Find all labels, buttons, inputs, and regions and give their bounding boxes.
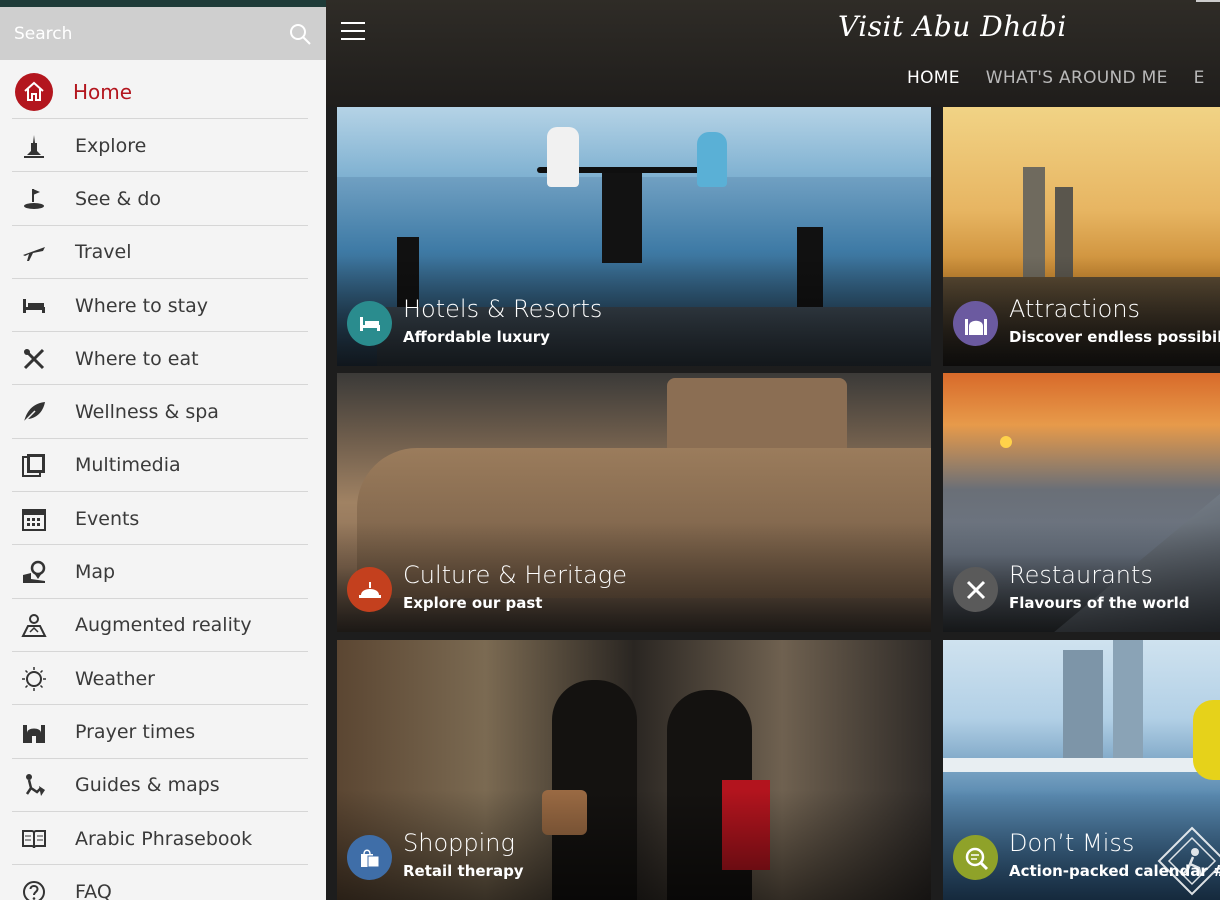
home-icon (15, 72, 53, 111)
menu-item-label: Wellness & spa (75, 401, 219, 424)
menu-item-augmented-reality[interactable]: Augmented reality (0, 599, 326, 653)
menu-item-guides-maps[interactable]: Guides & maps (0, 759, 326, 813)
search-list-icon (953, 835, 998, 880)
menu-item-label: Travel (75, 241, 132, 264)
menu-item-explore[interactable]: Explore (0, 119, 326, 173)
tile-title: Attractions (1009, 295, 1141, 323)
question-icon (19, 877, 49, 900)
sun (1000, 436, 1012, 448)
calendar-icon (19, 504, 49, 534)
visit-abu-dhabi-logo: Visit Abu Dhabi (838, 10, 1067, 43)
person-silhouette (547, 127, 579, 187)
menu-item-map[interactable]: Map (0, 545, 326, 599)
table-base (602, 173, 642, 263)
menu-item-faq[interactable]: FAQ (0, 865, 326, 900)
app-header: Visit Abu Dhabi HOME WHAT'S AROUND ME E (326, 0, 1220, 107)
tile-dont-miss[interactable]: Don’t Miss Action-packed calendar #InA (943, 640, 1220, 900)
menu-item-where-to-stay[interactable]: Where to stay (0, 279, 326, 333)
shopping-bag-icon (347, 835, 392, 880)
tile-subtitle: Flavours of the world (1009, 594, 1190, 612)
menu-item-label: Augmented reality (75, 614, 252, 637)
tile-restaurants[interactable]: Restaurants Flavours of the world (943, 373, 1220, 632)
tab-whats-around-me[interactable]: WHAT'S AROUND ME (986, 68, 1168, 88)
search-icon[interactable] (288, 22, 312, 46)
tile-subtitle: Discover endless possibilities (1009, 328, 1220, 346)
boat (1193, 700, 1220, 780)
bed-icon (19, 291, 49, 321)
menu-item-label: Weather (75, 667, 155, 690)
see-do-icon (19, 184, 49, 214)
tile-subtitle: Affordable luxury (403, 328, 550, 346)
top-right-indicator (1196, 0, 1220, 2)
menu-item-label: Guides & maps (75, 774, 220, 797)
sun-icon (19, 664, 49, 694)
tile-title: Hotels & Resorts (403, 295, 603, 323)
tile-title: Shopping (403, 829, 515, 857)
tile-culture-heritage[interactable]: Culture & Heritage Explore our past (337, 373, 931, 632)
plane-icon (19, 237, 49, 267)
menu-item-arabic-phrasebook[interactable]: Arabic Phrasebook (0, 812, 326, 866)
tile-subtitle: Explore our past (403, 594, 543, 612)
menu-item-label: Home (73, 79, 133, 104)
mosque-icon (953, 301, 998, 346)
cutlery-icon (19, 344, 49, 374)
top-nav-tabs: HOME WHAT'S AROUND ME E (907, 68, 1205, 88)
menu-item-prayer-times[interactable]: Prayer times (0, 705, 326, 759)
mosque-icon (19, 717, 49, 747)
menu-item-weather[interactable]: Weather (0, 652, 326, 706)
tile-attractions[interactable]: Attractions Discover endless possibiliti… (943, 107, 1220, 366)
menu-item-label: Multimedia (75, 454, 181, 477)
main-content: Visit Abu Dhabi HOME WHAT'S AROUND ME E … (326, 0, 1220, 900)
menu-item-label: Arabic Phrasebook (75, 827, 253, 850)
person-silhouette (697, 132, 727, 187)
menu-item-events[interactable]: Events (0, 492, 326, 546)
menu-item-label: Map (75, 561, 116, 584)
multimedia-icon (19, 450, 49, 480)
skyscraper (1063, 650, 1103, 760)
status-strip (0, 0, 326, 7)
leaf-icon (19, 397, 49, 427)
tile-shopping[interactable]: Shopping Retail therapy (337, 640, 931, 900)
cutlery-icon (953, 567, 998, 612)
tile-hotels-resorts[interactable]: Hotels & Resorts Affordable luxury (337, 107, 931, 366)
tile-title: Restaurants (1009, 561, 1153, 589)
side-menu: Home Explore See & do Travel Where to st… (0, 0, 326, 900)
tile-title: Don’t Miss (1009, 829, 1135, 857)
menu-list: Home Explore See & do Travel Where to st… (0, 64, 326, 900)
guides-icon (19, 770, 49, 800)
menu-item-label: Where to eat (75, 347, 199, 370)
fort-tower (667, 378, 847, 448)
explore-icon (19, 131, 49, 161)
menu-item-label: Explore (75, 134, 147, 157)
search-input[interactable] (14, 23, 288, 44)
skyscraper (1113, 640, 1143, 760)
shoreline (943, 758, 1220, 772)
augmented-reality-icon (19, 610, 49, 640)
dome-icon (347, 567, 392, 612)
menu-item-home[interactable]: Home (0, 64, 326, 119)
tile-subtitle: Retail therapy (403, 862, 524, 880)
menu-item-label: Events (75, 507, 140, 530)
watermark-logo-icon (1157, 826, 1220, 896)
tab-events-partial[interactable]: E (1194, 68, 1205, 88)
book-icon (19, 824, 49, 854)
menu-item-see-do[interactable]: See & do (0, 172, 326, 226)
menu-item-label: Where to stay (75, 294, 208, 317)
tab-home[interactable]: HOME (907, 68, 960, 88)
menu-item-label: FAQ (75, 880, 112, 900)
menu-item-label: Prayer times (75, 720, 196, 743)
hamburger-menu-icon[interactable] (341, 22, 365, 42)
menu-item-multimedia[interactable]: Multimedia (0, 439, 326, 493)
menu-item-travel[interactable]: Travel (0, 226, 326, 280)
menu-item-label: See & do (75, 187, 162, 210)
bed-icon (347, 301, 392, 346)
map-pin-icon (19, 557, 49, 587)
menu-item-wellness-spa[interactable]: Wellness & spa (0, 385, 326, 440)
tile-title: Culture & Heritage (403, 561, 627, 589)
search-bar (0, 7, 326, 60)
menu-item-where-to-eat[interactable]: Where to eat (0, 332, 326, 386)
